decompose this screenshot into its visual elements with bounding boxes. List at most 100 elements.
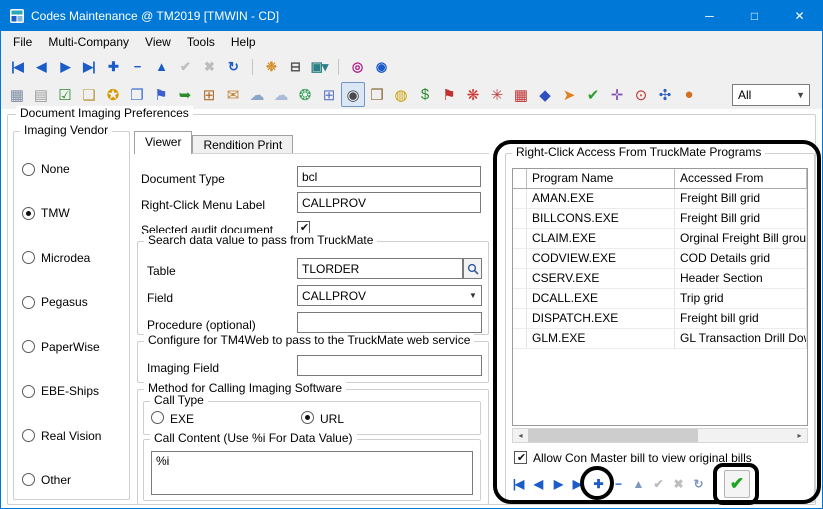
grid-last-button[interactable]: ▶| <box>568 472 588 496</box>
multi-company-menu[interactable]: Multi-Company <box>40 32 137 52</box>
car-button[interactable]: ⊙ <box>629 82 653 107</box>
screen-view-button[interactable]: ▣▾ <box>307 55 331 78</box>
view-menu[interactable]: View <box>137 32 179 52</box>
audit-seal-button[interactable]: ❉ <box>259 55 283 78</box>
file-menu[interactable]: File <box>5 32 40 52</box>
program-row[interactable]: DCALL.EXE Trip grid <box>513 289 807 309</box>
coins-button[interactable]: ◍ <box>389 82 413 107</box>
pegasus-vendor-option[interactable]: Pegasus <box>22 295 127 309</box>
cancel-edit-button[interactable]: ✖ <box>197 55 221 78</box>
grid-refresh-button[interactable]: ↻ <box>688 472 708 496</box>
document-imaging-button[interactable]: ◉ <box>341 82 365 107</box>
cloud-sync-button[interactable]: ☁ <box>269 82 293 107</box>
grid-next-button[interactable]: ▶ <box>548 472 568 496</box>
codes-filter-combo[interactable]: All ▼ <box>732 84 810 106</box>
program-row[interactable]: GLM.EXE GL Transaction Drill Down F <box>513 329 807 349</box>
document-type-input[interactable] <box>297 166 481 187</box>
tmw-vendor-option[interactable]: TMW <box>22 206 127 220</box>
help-menu[interactable]: Help <box>223 32 264 52</box>
checklist-button[interactable]: ☑ <box>53 82 77 107</box>
burst-button[interactable]: ❋ <box>461 82 485 107</box>
network-button[interactable]: ✳ <box>485 82 509 107</box>
apply-changes-button[interactable]: ✔ <box>724 470 750 498</box>
program-row[interactable]: AMAN.EXE Freight Bill grid <box>513 189 807 209</box>
truck-export-button[interactable]: ➥ <box>173 82 197 107</box>
diamond-button[interactable]: ◆ <box>533 82 557 107</box>
other-vendor-option[interactable]: Other <box>22 473 127 487</box>
grid-insert-button[interactable]: ✚ <box>588 472 608 496</box>
first-record-button[interactable]: |◀ <box>5 55 29 78</box>
tools-menu[interactable]: Tools <box>179 32 223 52</box>
currency-globe-button[interactable]: ❂ <box>293 82 317 107</box>
program-row[interactable]: BILLCONS.EXE Freight Bill grid <box>513 209 807 229</box>
viewer-tab[interactable]: Viewer <box>134 131 192 154</box>
orb-button[interactable]: ● <box>677 82 701 107</box>
copy-button[interactable]: ❐ <box>125 82 149 107</box>
badge-button[interactable]: ✪ <box>101 82 125 107</box>
imaging-field-input[interactable] <box>297 355 482 376</box>
flag-red-button[interactable]: ⚑ <box>437 82 461 107</box>
print-button[interactable]: ⊟ <box>283 55 307 78</box>
url-radio[interactable] <box>301 411 314 424</box>
propeller-button[interactable]: ✣ <box>653 82 677 107</box>
table-lookup-button[interactable] <box>463 258 482 279</box>
accessed-from-header[interactable]: Accessed From <box>675 169 807 188</box>
scroll-document-button[interactable]: ❏ <box>77 82 101 107</box>
title-bar[interactable]: Codes Maintenance @ TM2019 [TMWIN - CD] … <box>1 1 822 31</box>
exe-radio[interactable] <box>151 411 164 424</box>
grid-red-button[interactable]: ▦ <box>509 82 533 107</box>
program-row[interactable]: CLAIM.EXE Orginal Freight Bill group b <box>513 229 807 249</box>
procedure-input[interactable] <box>297 312 482 333</box>
info-button[interactable]: ◉ <box>369 55 393 78</box>
menu-label-input[interactable] <box>297 192 481 213</box>
turn-arrow-button[interactable]: ➤ <box>557 82 581 107</box>
minimize-button[interactable]: ─ <box>687 1 732 31</box>
grid-first-button[interactable]: |◀ <box>508 472 528 496</box>
scrollbar-track[interactable] <box>528 429 792 442</box>
refresh-button[interactable]: ↻ <box>221 55 245 78</box>
scroll-left-button[interactable]: ◂ <box>513 429 528 442</box>
mail-button[interactable]: ✉ <box>221 82 245 107</box>
program-name-header[interactable]: Program Name <box>527 169 675 188</box>
grid-delete-button[interactable]: − <box>608 472 628 496</box>
cargo-button[interactable]: ⊞ <box>197 82 221 107</box>
worksheet-button[interactable]: ▦ <box>5 82 29 107</box>
ebe-ships-vendor-option[interactable]: EBE-Ships <box>22 384 127 398</box>
rendition-print-tab[interactable]: Rendition Print <box>192 135 293 154</box>
real-vision-vendor-option[interactable]: Real Vision <box>22 429 127 443</box>
grid-cancel-button[interactable]: ✖ <box>668 472 688 496</box>
scrollbar-thumb[interactable] <box>528 429 698 442</box>
call-content-input[interactable]: %i <box>151 451 473 495</box>
prior-record-button[interactable]: ◀ <box>29 55 53 78</box>
microdea-vendor-option[interactable]: Microdea <box>22 251 127 265</box>
delete-record-button[interactable]: − <box>125 55 149 78</box>
none-vendor-option[interactable]: None <box>22 162 127 176</box>
paperwise-vendor-option[interactable]: PaperWise <box>22 340 127 354</box>
next-record-button[interactable]: ▶ <box>53 55 77 78</box>
schedule-grid-button[interactable]: ⊞ <box>317 82 341 107</box>
support-ring-button[interactable]: ◎ <box>345 55 369 78</box>
currency-button[interactable]: $ <box>413 82 437 107</box>
allow-con-master-checkbox[interactable] <box>514 451 527 464</box>
ledger-button[interactable]: ❒ <box>365 82 389 107</box>
program-row[interactable]: CSERV.EXE Header Section <box>513 269 807 289</box>
field-combo[interactable]: CALLPROV ▼ <box>297 285 482 306</box>
edit-record-button[interactable]: ▲ <box>149 55 173 78</box>
last-record-button[interactable]: ▶| <box>77 55 101 78</box>
notes-button[interactable]: ▤ <box>29 82 53 107</box>
program-row[interactable]: CODVIEW.EXE COD Details grid <box>513 249 807 269</box>
flag-blue-button[interactable]: ⚑ <box>149 82 173 107</box>
table-input[interactable] <box>297 258 463 279</box>
horizontal-scrollbar[interactable]: ◂ ▸ <box>512 428 808 443</box>
approve-button[interactable]: ✔ <box>581 82 605 107</box>
grid-prior-button[interactable]: ◀ <box>528 472 548 496</box>
plug-button[interactable]: ✛ <box>605 82 629 107</box>
maximize-button[interactable]: □ <box>732 1 777 31</box>
cloud-button[interactable]: ☁ <box>245 82 269 107</box>
insert-record-button[interactable]: ✚ <box>101 55 125 78</box>
grid-edit-button[interactable]: ▲ <box>628 472 648 496</box>
close-button[interactable]: ✕ <box>777 1 822 31</box>
post-edit-button[interactable]: ✔ <box>173 55 197 78</box>
scroll-right-button[interactable]: ▸ <box>792 429 807 442</box>
program-row[interactable]: DISPATCH.EXE Freight bill grid <box>513 309 807 329</box>
